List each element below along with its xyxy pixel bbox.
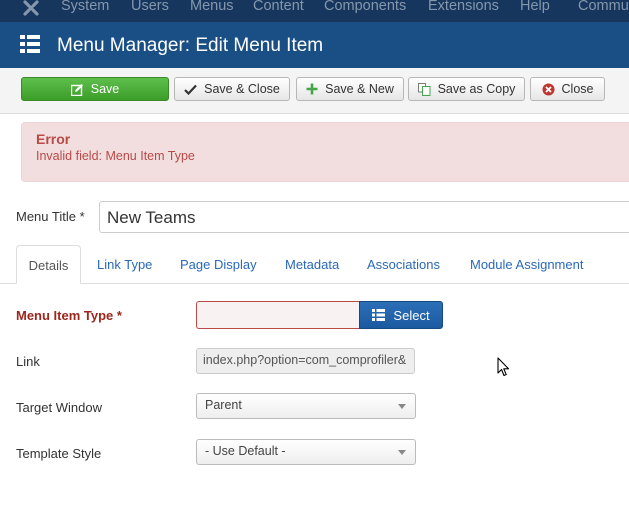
tab-metadata[interactable]: Metadata	[285, 245, 339, 283]
menu-title-label: Menu Title *	[16, 209, 85, 224]
target-window-select[interactable]: Parent	[196, 393, 416, 419]
select-button[interactable]: Select	[359, 301, 443, 329]
link-field[interactable]: index.php?option=com_comprofiler&	[196, 348, 415, 374]
page-header: Menu Manager: Edit Menu Item	[0, 22, 629, 68]
save-and-close-label: Save & Close	[204, 82, 280, 96]
list-icon	[372, 309, 386, 321]
tab-page-display[interactable]: Page Display	[180, 245, 257, 283]
menu-users[interactable]: Users	[131, 0, 169, 14]
save-as-copy-label: Save as Copy	[437, 82, 516, 96]
tab-details[interactable]: Details	[16, 245, 81, 284]
tab-link-type[interactable]: Link Type	[97, 245, 152, 283]
list-grid-icon	[20, 35, 40, 53]
link-label: Link	[16, 354, 40, 369]
menu-system[interactable]: System	[61, 0, 109, 14]
menu-menus[interactable]: Menus	[190, 0, 234, 14]
menu-community[interactable]: Commu	[578, 0, 629, 14]
menu-help[interactable]: Help	[520, 0, 550, 14]
plus-icon	[306, 83, 318, 95]
close-circle-icon	[542, 83, 555, 96]
checkmark-icon	[184, 84, 197, 95]
menu-item-type-label: Menu Item Type *	[16, 308, 122, 323]
toolbar: Save Save & Close Save & New Save as Cop…	[0, 68, 629, 114]
top-menu-bar: System Users Menus Content Components Ex…	[0, 0, 629, 22]
save-button[interactable]: Save	[21, 77, 169, 101]
template-style-label: Template Style	[16, 446, 102, 461]
joomla-logo-icon[interactable]	[20, 0, 42, 19]
error-alert: Error Invalid field: Menu Item Type	[21, 122, 629, 182]
chevron-down-icon	[398, 450, 406, 455]
target-window-label: Target Window	[16, 400, 102, 415]
copy-icon	[417, 82, 431, 96]
alert-message: Invalid field: Menu Item Type	[36, 149, 195, 163]
chevron-down-icon	[398, 404, 406, 409]
select-button-label: Select	[393, 307, 430, 323]
menu-components[interactable]: Components	[324, 0, 406, 14]
template-style-select[interactable]: - Use Default -	[196, 439, 416, 465]
target-window-value: Parent	[205, 398, 242, 412]
menu-title-input[interactable]: New Teams	[99, 201, 629, 233]
save-button-label: Save	[90, 82, 120, 96]
save-and-new-button[interactable]: Save & New	[296, 77, 404, 101]
template-style-value: - Use Default -	[205, 444, 286, 458]
tab-module-assignment[interactable]: Module Assignment	[470, 245, 583, 283]
menu-extensions[interactable]: Extensions	[428, 0, 499, 14]
tab-bar: Details Link Type Page Display Metadata …	[0, 245, 629, 284]
tab-associations[interactable]: Associations	[367, 245, 440, 283]
save-as-copy-button[interactable]: Save as Copy	[408, 77, 525, 101]
close-button-label: Close	[561, 82, 594, 96]
alert-heading: Error	[36, 131, 71, 147]
menu-content[interactable]: Content	[253, 0, 304, 14]
mouse-cursor-icon	[497, 357, 510, 377]
page-title: Menu Manager: Edit Menu Item	[57, 35, 324, 56]
menu-item-type-input[interactable]	[196, 301, 360, 329]
save-and-new-label: Save & New	[325, 82, 394, 96]
edit-icon	[70, 83, 84, 96]
save-and-close-button[interactable]: Save & Close	[174, 77, 290, 101]
close-button[interactable]: Close	[530, 77, 605, 101]
